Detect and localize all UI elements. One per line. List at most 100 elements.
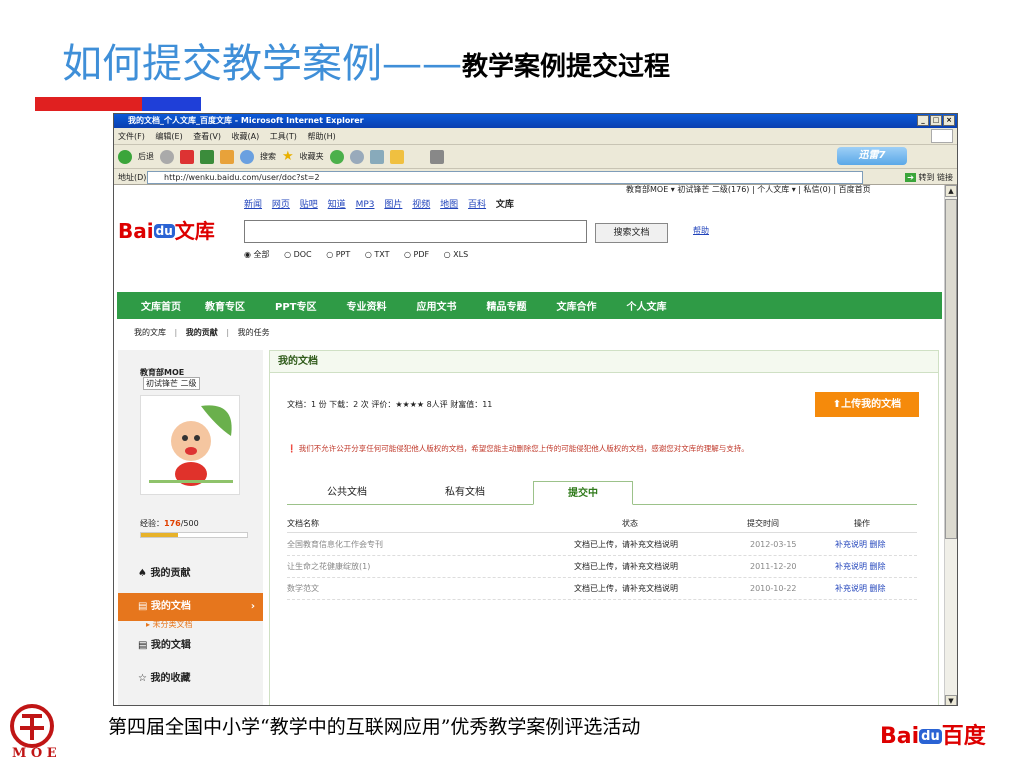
vertical-scrollbar[interactable]: ▲ ▼ [944, 185, 957, 705]
radio-doc[interactable]: ○ DOC [284, 250, 312, 259]
radio-all[interactable]: ◉ 全部 [244, 250, 270, 259]
table-row: 全国教育信息化工作会专刊 文档已上传，请补充文档说明 2012-03-15 补充… [287, 534, 917, 556]
nav-news[interactable]: 新闻 [244, 200, 262, 210]
doc-name[interactable]: 数学范文 [287, 578, 319, 600]
main-nav-docs[interactable]: 应用文书 [386, 298, 456, 313]
home-icon[interactable] [220, 149, 234, 164]
nav-mp3[interactable]: MP3 [356, 200, 375, 210]
radio-ppt[interactable]: ○ PPT [326, 250, 350, 259]
radio-txt[interactable]: ○ TXT [365, 250, 390, 259]
search-input[interactable] [244, 220, 587, 243]
main-nav-featured[interactable]: 精品专题 [456, 298, 526, 313]
menu-favorites[interactable]: 收藏(A) [232, 132, 260, 141]
mail-icon[interactable] [349, 149, 364, 164]
maximize-button[interactable]: □ [930, 115, 942, 126]
baidu-top-nav: 新闻 网页 贴吧 知道 MP3 图片 视频 地图 百科 文库 [244, 197, 521, 210]
doc-actions[interactable]: 补充说明 删除 [835, 578, 886, 600]
search-docs-button[interactable]: 搜索文档 [595, 223, 668, 243]
scroll-down-icon[interactable]: ▼ [945, 695, 957, 705]
xunlei-button[interactable]: 迅雷7 [837, 147, 907, 165]
menu-edit[interactable]: 编辑(E) [155, 132, 182, 141]
sidebar-item-my-favorites[interactable]: ☆ 我的收藏 [118, 665, 263, 693]
go-button[interactable]: 转到 [918, 173, 934, 182]
main-nav-home[interactable]: 文库首页 [117, 298, 181, 313]
menu-file[interactable]: 文件(F) [118, 132, 145, 141]
links-label[interactable]: 链接 [937, 173, 953, 182]
subnav-my-wenku[interactable]: 我的文库 [134, 328, 166, 337]
title-dash: —— [382, 41, 462, 87]
baidu-bai: Bai [880, 724, 920, 749]
doc-actions[interactable]: 补充说明 删除 [835, 556, 886, 578]
tab-public-docs[interactable]: 公共文档 [297, 481, 397, 505]
address-input[interactable]: http://wenku.baidu.com/user/doc?st=2 [147, 171, 863, 184]
menu-tools[interactable]: 工具(T) [270, 132, 297, 141]
nav-web[interactable]: 网页 [272, 200, 290, 210]
radio-xls[interactable]: ○ XLS [444, 250, 469, 259]
favorites-star-icon[interactable]: ★ [282, 145, 294, 168]
sidebar-item-my-contribution[interactable]: ♠ 我的贡献 [118, 560, 263, 588]
user-bar[interactable]: 教育部MOE ▾ 初试锋芒 二级(176) | 个人文库 ▾ | 私信(0) |… [626, 185, 871, 195]
my-docs-panel: 我的文档 文档：1 份 下载：2 次 评价：★★★★ 8人评 财富值：11 ⬆上… [269, 350, 939, 705]
menu-view[interactable]: 查看(V) [193, 132, 221, 141]
nav-images[interactable]: 图片 [384, 200, 402, 210]
user-sidebar: 教育部MOE 初试锋芒 二级 经验：176/500 ♠ 我的贡献 ▤ 我的文档 ›… [118, 350, 263, 705]
col-date: 提交时间 [747, 519, 779, 528]
minimize-button[interactable]: _ [917, 115, 929, 126]
footer-text: 第四届全国中小学“教学中的互联网应用”优秀教学案例评选活动 [108, 716, 641, 738]
nav-tieba[interactable]: 贴吧 [300, 200, 318, 210]
main-nav: 文库首页 教育专区 PPT专区 专业资料 应用文书 精品专题 文库合作 个人文库 [117, 292, 942, 319]
main-nav-ppt[interactable]: PPT专区 [245, 298, 316, 313]
nav-baike[interactable]: 百科 [468, 200, 486, 210]
close-button[interactable]: × [943, 115, 955, 126]
back-icon[interactable] [118, 149, 132, 164]
main-nav-education[interactable]: 教育专区 [181, 298, 245, 313]
main-nav-professional[interactable]: 专业资料 [316, 298, 386, 313]
doc-name[interactable]: 让生命之花健康绽放(1) [287, 556, 370, 578]
browser-window: 我的文档_个人文库_百度文库 - Microsoft Internet Expl… [113, 113, 958, 706]
help-link[interactable]: 帮助 [693, 225, 709, 236]
favorites-label[interactable]: 收藏夹 [300, 145, 324, 168]
copyright-notice: ❗ 我们不允许公开分享任何可能侵犯他人版权的文档，希望您能主动删除您上传的可能侵… [287, 444, 749, 453]
refresh-icon[interactable] [200, 149, 214, 164]
tab-submitting[interactable]: 提交中 [533, 481, 633, 505]
subnav-my-tasks[interactable]: 我的任务 [238, 328, 270, 337]
subnav-my-contribution[interactable]: 我的贡献 [186, 328, 218, 337]
print-icon[interactable] [369, 149, 384, 164]
doc-actions[interactable]: 补充说明 删除 [835, 534, 886, 556]
panel-header: 我的文档 [270, 351, 938, 373]
scroll-thumb[interactable] [945, 199, 957, 539]
nav-video[interactable]: 视频 [412, 200, 430, 210]
main-nav-cooperation[interactable]: 文库合作 [526, 298, 596, 313]
address-bar: 地址(D) http://wenku.baidu.com/user/doc?st… [114, 168, 957, 185]
forward-icon[interactable] [160, 149, 174, 164]
scroll-up-icon[interactable]: ▲ [945, 185, 957, 197]
menu-help[interactable]: 帮助(H) [307, 132, 335, 141]
history-icon[interactable] [329, 149, 344, 164]
search-icon[interactable] [240, 149, 254, 164]
baidu-wenku-logo[interactable]: Bai du 文库 [118, 215, 215, 244]
stop-icon[interactable] [180, 149, 194, 164]
doc-date: 2012-03-15 [750, 540, 797, 549]
back-label[interactable]: 后退 [138, 145, 154, 168]
avatar[interactable] [140, 395, 240, 495]
radio-pdf[interactable]: ○ PDF [404, 250, 429, 259]
messenger-icon[interactable] [429, 149, 444, 164]
nav-zhidao[interactable]: 知道 [328, 200, 346, 210]
sidebar-item-my-collections[interactable]: ▤ 我的文辑 [118, 632, 263, 660]
folder-icon[interactable] [389, 149, 404, 164]
exp-value: 176 [164, 519, 181, 528]
search-label[interactable]: 搜索 [260, 145, 276, 168]
level-num: 二级 [180, 379, 197, 388]
logo-wenku: 文库 [174, 219, 215, 243]
sidebar-item-my-docs[interactable]: ▤ 我的文档 › [118, 593, 263, 621]
doc-name[interactable]: 全国教育信息化工作会专刊 [287, 534, 383, 556]
sidebar-item-uncategorized[interactable]: ▸ 未分类文档 [118, 618, 263, 632]
upload-doc-button[interactable]: ⬆上传我的文档 [815, 392, 919, 417]
main-nav-personal[interactable]: 个人文库 [596, 298, 666, 313]
go-arrow-icon[interactable]: ➔ [905, 173, 916, 182]
tab-private-docs[interactable]: 私有文档 [415, 481, 515, 505]
slide-title: 如何提交教学案例——教学案例提交过程 [62, 38, 670, 90]
nav-map[interactable]: 地图 [440, 200, 458, 210]
exp-progress-fill [141, 533, 179, 537]
logo-bai: Bai [118, 219, 154, 243]
